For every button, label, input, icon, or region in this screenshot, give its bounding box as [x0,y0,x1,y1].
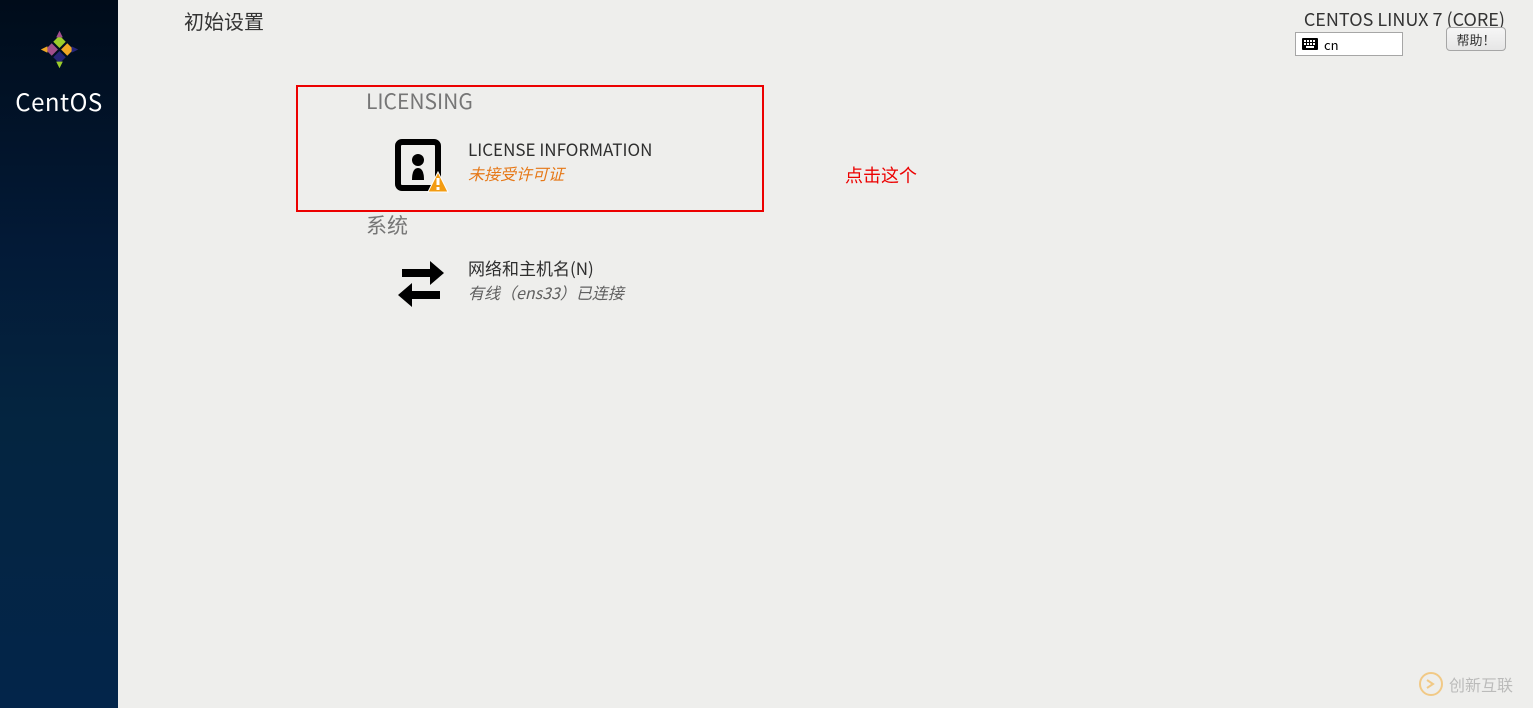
centos-logo-icon [32,22,87,77]
help-button-label: 帮助！ [1456,30,1495,49]
network-hostname-spoke[interactable]: 网络和主机名(N) 有线（ens33）已连接 [392,255,624,313]
annotation-text: 点击这个 [845,162,917,188]
network-spoke-title: 网络和主机名(N) [468,255,624,280]
centos-brand-text: CentOS [15,83,102,118]
network-arrows-icon [392,255,450,313]
watermark-text: 创新互联 [1449,672,1513,696]
keyboard-layout-selector[interactable]: cn [1295,32,1403,56]
sidebar: CentOS [0,0,118,708]
license-spoke-status: 未接受许可证 [468,161,652,185]
keyboard-icon [1302,38,1318,50]
license-spoke-title: LICENSE INFORMATION [468,136,652,161]
licensing-section-heading: LICENSING [366,86,473,116]
watermark-logo-icon [1419,672,1443,696]
page-title: 初始设置 [184,6,264,35]
license-warning-icon [392,136,450,194]
keyboard-layout-label: cn [1324,35,1339,54]
system-section-heading: 系统 [366,210,408,240]
license-information-spoke[interactable]: LICENSE INFORMATION 未接受许可证 [392,136,652,194]
watermark: 创新互联 [1419,672,1513,696]
help-button[interactable]: 帮助！ [1446,27,1506,51]
network-spoke-status: 有线（ens33）已连接 [468,280,624,304]
